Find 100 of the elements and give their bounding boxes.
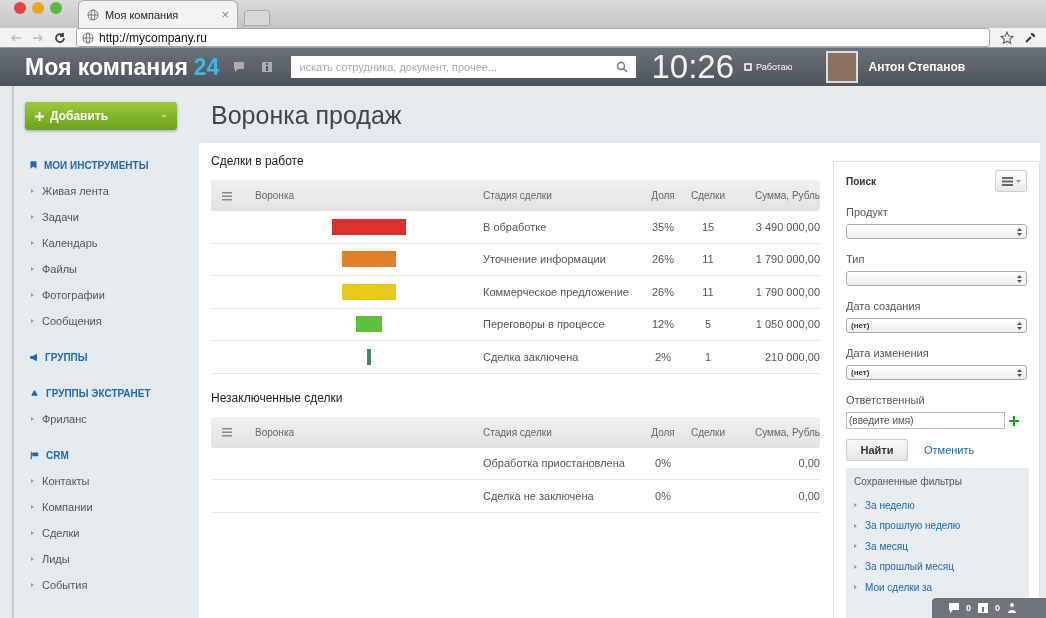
sidebar-item[interactable]: Задачи (42, 211, 79, 223)
column-header[interactable]: Сделки (683, 426, 733, 438)
table-cell-text: 2% (654, 350, 672, 363)
sidebar-item[interactable]: Контакты (42, 475, 90, 487)
info-icon[interactable] (977, 602, 989, 614)
avatar-photo-placeholder[interactable] (826, 51, 859, 83)
column-header[interactable]: Воронка (255, 190, 483, 201)
tab-close-button[interactable]: × (221, 7, 229, 22)
table-cell-text: 0% (654, 457, 672, 470)
table-cell-text: 210 000,00 (763, 350, 820, 363)
column-header[interactable]: Сумма, Рубль (733, 190, 820, 201)
sidebar-item[interactable]: Календарь (42, 237, 98, 249)
status-toggle[interactable]: Работаю (744, 62, 793, 72)
saved-filters-title: Сохраненные фильтры (854, 476, 963, 487)
table-title: Незаключенные сделки (211, 390, 344, 405)
clock-time: 10:26 (651, 48, 734, 86)
logo[interactable]: Моя компания (25, 53, 188, 81)
select-arrows-icon (1017, 321, 1022, 330)
info-icon[interactable] (261, 61, 274, 73)
sidebar-section[interactable]: ГРУППЫ (45, 351, 88, 363)
globe-icon (87, 8, 99, 21)
menu-icon[interactable] (221, 426, 233, 438)
chat-icon[interactable] (233, 61, 246, 73)
back-icon[interactable] (10, 31, 22, 44)
table-cell-text: 35% (651, 220, 675, 233)
column-header[interactable]: Сумма, Рубль (733, 426, 820, 438)
browser-tab[interactable]: Моя компания × (78, 0, 238, 28)
table-cell-text: 0% (654, 489, 672, 502)
input-field[interactable]: (введите имя) (846, 412, 1005, 429)
people-icon[interactable] (1006, 602, 1019, 614)
field-label: Продукт (846, 206, 889, 218)
filter-menu-button[interactable] (995, 170, 1027, 192)
column-header[interactable]: Доля (643, 426, 683, 438)
checkbox-icon[interactable] (744, 63, 752, 71)
saved-filter-link[interactable]: Мои сделки за (865, 581, 933, 593)
table-cell-text: 1 790 000,00 (754, 253, 820, 266)
maximize-window-button[interactable] (50, 2, 62, 14)
chat-icon[interactable] (948, 602, 960, 614)
select-arrows-icon (1017, 274, 1022, 283)
table-cell-text: В обработке (483, 220, 548, 233)
table-cell-text: 1 790 000,00 (754, 285, 820, 298)
reload-icon[interactable] (54, 31, 66, 44)
column-header[interactable]: Стадия сделки (483, 426, 643, 438)
sidebar-section[interactable]: МОИ ИНСТРУМЕНТЫ (44, 159, 149, 171)
sidebar-item[interactable]: Файлы (42, 263, 77, 275)
menu-icon[interactable] (221, 189, 233, 202)
table-title: Сделки в работе (211, 154, 305, 168)
select-field[interactable] (846, 224, 1027, 239)
table-cell-text: 15 (700, 220, 716, 233)
column-header[interactable]: Воронка (255, 426, 483, 438)
sidebar-item[interactable]: Сделки (42, 527, 80, 539)
saved-filter-link[interactable]: За прошлую неделю (865, 520, 961, 532)
saved-filter-link[interactable]: За месяц (865, 540, 908, 552)
saved-filter-link[interactable]: За прошлый месяц (865, 561, 954, 573)
sidebar-item[interactable]: Фотографии (42, 289, 105, 301)
plus-icon[interactable] (1009, 415, 1019, 426)
table-cell-text: 11 (701, 285, 715, 298)
table-cell-text: Обработка приостановлена (483, 457, 626, 470)
bookmark-icon (29, 160, 38, 170)
select-arrows-icon (1017, 368, 1022, 377)
star-icon[interactable] (1000, 30, 1014, 45)
table-cell-text: 26% (651, 253, 675, 266)
select-field[interactable]: (нет) (846, 365, 1027, 380)
column-header[interactable]: Доля (643, 190, 683, 201)
field-label: Дата создания (846, 300, 922, 312)
table-cell-text: 0,00 (797, 457, 820, 470)
column-header[interactable]: Стадия сделки (483, 190, 643, 201)
select-field[interactable] (846, 271, 1027, 286)
table-cell-text: 1 050 000,00 (754, 318, 820, 331)
close-window-button[interactable] (14, 2, 26, 14)
notification-count: 0 (995, 603, 1001, 613)
forward-icon[interactable] (32, 31, 44, 44)
sidebar-item[interactable]: Живая лента (42, 185, 109, 197)
flag-icon (29, 450, 40, 460)
column-header[interactable]: Сделки (683, 190, 733, 201)
caret-icon (1015, 179, 1021, 183)
table-cell-text: Сделка не заключена (483, 489, 595, 502)
sidebar-item[interactable]: Фриланс (42, 413, 87, 425)
field-label: Дата изменения (846, 347, 930, 359)
table-cell-text: Сделка заключена (483, 350, 580, 363)
address-bar[interactable]: http://mycompany.ru (76, 28, 990, 47)
table-cell-text: 1 (703, 350, 713, 363)
sidebar-section[interactable]: ГРУППЫ ЭКСТРАНЕТ (46, 387, 151, 399)
select-field[interactable]: (нет) (846, 318, 1027, 333)
sidebar-item[interactable]: Компании (42, 501, 93, 513)
select-arrows-icon (1017, 227, 1022, 236)
find-button[interactable]: Найти (846, 439, 908, 461)
sidebar-section[interactable]: CRM (46, 449, 69, 461)
search-icon (616, 61, 629, 73)
sidebar-item[interactable]: События (42, 579, 88, 591)
user-name[interactable]: Антон Степанов (868, 60, 966, 74)
cancel-link[interactable]: Отменить (924, 444, 975, 456)
sidebar-item[interactable]: Лиды (42, 553, 70, 565)
field-label: Ответственный (846, 394, 926, 406)
saved-filter-link[interactable]: За неделю (865, 499, 915, 511)
globe-icon (82, 31, 94, 44)
table-cell-text: 3 490 000,00 (754, 220, 820, 233)
wrench-icon[interactable] (1024, 31, 1036, 44)
sidebar-item[interactable]: Сообщения (42, 315, 102, 327)
table-cell-text: 11 (701, 253, 715, 266)
